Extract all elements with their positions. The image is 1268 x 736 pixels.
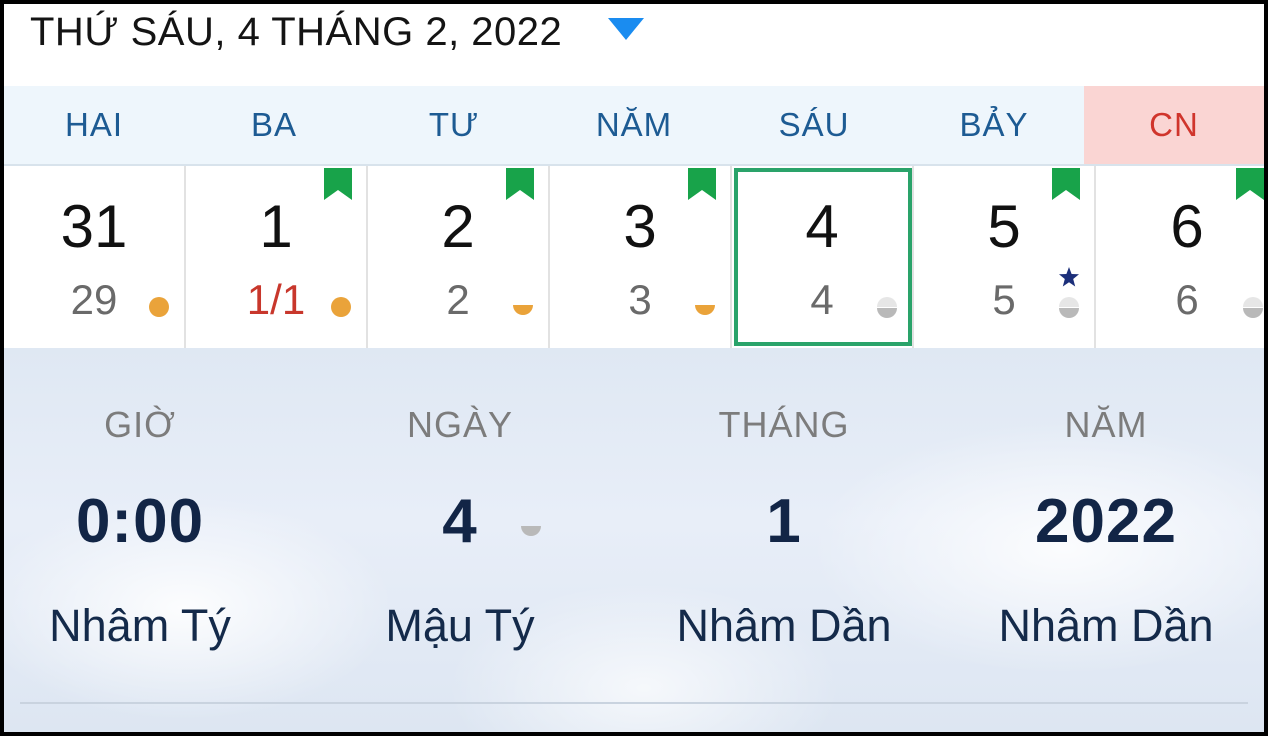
day-can-chi: Mậu Tý	[385, 600, 535, 651]
solar-date: 2	[441, 193, 475, 260]
solar-date: 3	[623, 193, 657, 260]
date-title[interactable]: THỨ SÁU, 4 THÁNG 2, 2022	[30, 10, 562, 55]
weekday-fri: SÁU	[778, 106, 850, 143]
moon-crescent-icon	[1243, 297, 1263, 318]
caret-down-icon[interactable]	[606, 16, 646, 42]
hour-can-chi: Nhâm Tý	[49, 600, 231, 651]
month-can-chi: Nhâm Dần	[676, 600, 892, 651]
year-value: 2022	[1035, 487, 1177, 556]
moon-half-icon	[513, 305, 533, 315]
solar-date: 6	[1170, 193, 1204, 260]
moon-half-icon	[695, 305, 715, 315]
weekday-sun: CN	[1084, 86, 1264, 164]
weekday-header-row: HAI BA TƯ NĂM SÁU BẢY CN	[4, 86, 1264, 166]
weekday-mon: HAI	[64, 106, 123, 143]
day-cell-selected[interactable]: 4 4	[732, 166, 914, 348]
moon-crescent-icon	[1059, 297, 1079, 318]
day-cell[interactable]: 5 5	[914, 166, 1096, 348]
year-can-chi: Nhâm Dần	[998, 600, 1214, 651]
moon-full-icon	[331, 297, 351, 317]
weekday-wed: TƯ	[428, 106, 480, 143]
weekday-tue: BA	[250, 106, 298, 143]
month-label: THÁNG	[718, 404, 850, 445]
calendar-screen: THỨ SÁU, 4 THÁNG 2, 2022 HAI BA TƯ NĂM S…	[4, 4, 1264, 732]
hour-label: GIỜ	[104, 404, 176, 445]
moon-full-icon	[149, 297, 169, 317]
solar-date: 1	[259, 193, 293, 260]
day-cell[interactable]: 2 2	[368, 166, 550, 348]
day-cell[interactable]: 6 6	[1096, 166, 1264, 348]
star-icon	[1059, 267, 1079, 287]
day-value: 4	[442, 487, 478, 556]
lunar-date: 6	[1175, 276, 1199, 323]
year-label: NĂM	[1064, 404, 1148, 445]
day-cell[interactable]: 31 29	[4, 166, 186, 348]
solar-date: 4	[805, 193, 839, 260]
weekday-thu: NĂM	[595, 106, 673, 143]
weekday-sat: BẢY	[959, 106, 1029, 143]
week-dates-row: 31 29 1 1/1 2 2 3 3 4 4 5 5 6 6	[4, 166, 1264, 350]
hour-value: 0:00	[75, 487, 205, 556]
moon-crescent-icon	[877, 297, 897, 318]
month-value: 1	[766, 487, 802, 556]
moon-crescent-icon	[521, 526, 541, 536]
lunar-info-panel: GIỜ 0:00 Nhâm Tý NGÀY 4 Mậu Tý THÁNG 1 N…	[4, 348, 1264, 732]
solar-date: 31	[60, 193, 128, 260]
day-cell[interactable]: 3 3	[550, 166, 732, 348]
solar-date: 5	[987, 193, 1021, 260]
divider	[20, 702, 1248, 704]
day-label: NGÀY	[406, 404, 514, 445]
day-cell[interactable]: 1 1/1	[186, 166, 368, 348]
header: THỨ SÁU, 4 THÁNG 2, 2022	[4, 4, 1264, 86]
